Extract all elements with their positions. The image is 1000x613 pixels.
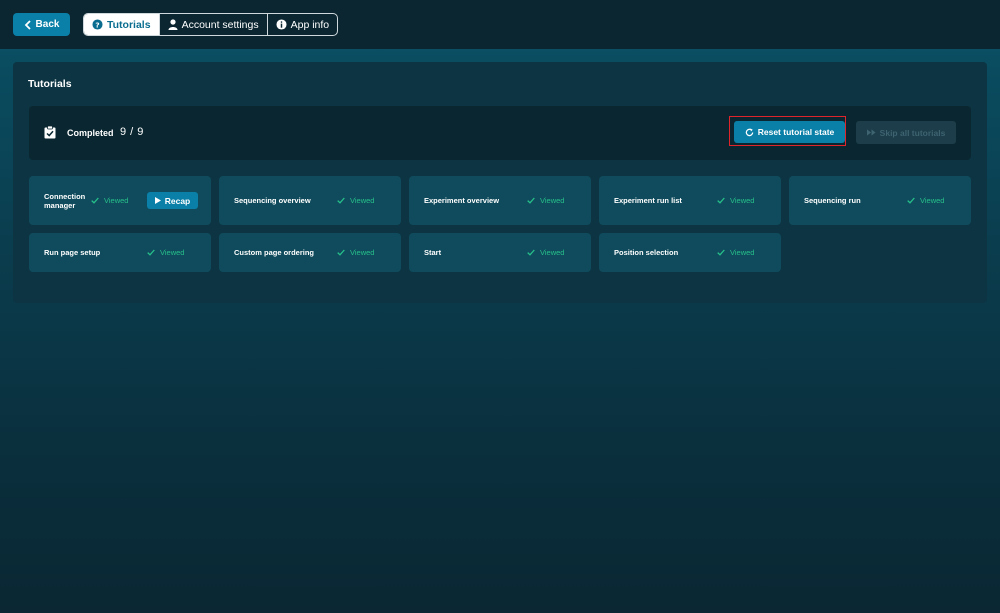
recap-label: Recap — [164, 195, 191, 206]
viewed-label: Viewed — [730, 248, 755, 257]
tutorial-title: Connection manager — [44, 192, 86, 210]
viewed-status: Viewed — [91, 196, 128, 205]
tutorial-card-experiment-overview[interactable]: Experiment overview Viewed — [409, 176, 591, 225]
question-circle-icon: ? — [92, 19, 103, 30]
reset-tutorial-state-button[interactable]: Reset tutorial state — [734, 121, 845, 143]
viewed-label: Viewed — [104, 196, 129, 205]
tutorial-title: Experiment run list — [614, 196, 682, 205]
completed-count: 9 / 9 — [120, 126, 144, 138]
viewed-label: Viewed — [160, 248, 185, 257]
tutorial-title: Start — [424, 248, 442, 257]
tutorial-card-custom-page-ordering[interactable]: Custom page ordering Viewed — [219, 233, 401, 272]
recap-button[interactable]: Recap — [147, 192, 198, 209]
completed-label: Completed — [67, 128, 114, 138]
viewed-status: Viewed — [147, 248, 184, 257]
tutorial-card-position-selection[interactable]: Position selection Viewed — [599, 233, 781, 272]
fast-forward-icon — [866, 129, 876, 136]
check-icon — [907, 197, 915, 204]
skip-label: Skip all tutorials — [879, 127, 946, 138]
user-icon — [168, 19, 178, 30]
tutorial-card-experiment-run-list[interactable]: Experiment run list Viewed — [599, 176, 781, 225]
viewed-label: Viewed — [540, 248, 565, 257]
back-button[interactable]: Back — [13, 13, 70, 36]
tab-account-settings[interactable]: Account settings — [160, 14, 268, 35]
viewed-status: Viewed — [717, 248, 754, 257]
viewed-status: Viewed — [527, 196, 564, 205]
tutorial-card-sequencing-run[interactable]: Sequencing run Viewed — [789, 176, 971, 225]
tutorial-title: Custom page ordering — [234, 248, 315, 257]
check-icon — [527, 197, 535, 204]
tutorial-card-sequencing-overview[interactable]: Sequencing overview Viewed — [219, 176, 401, 225]
viewed-label: Viewed — [730, 196, 755, 205]
tutorial-title: Position selection — [614, 248, 679, 257]
tab-tutorials-label: Tutorials — [107, 18, 151, 31]
check-icon — [337, 249, 345, 256]
check-icon — [717, 249, 725, 256]
tutorial-card-connection-manager[interactable]: Connection manager Viewed Recap — [29, 176, 211, 225]
check-icon — [91, 197, 99, 204]
skip-all-tutorials-button[interactable]: Skip all tutorials — [856, 121, 956, 144]
tab-account-settings-label: Account settings — [181, 18, 259, 31]
back-label: Back — [35, 19, 60, 30]
tutorial-title: Sequencing run — [804, 196, 861, 205]
svg-text:?: ? — [95, 20, 99, 29]
viewed-status: Viewed — [907, 196, 944, 205]
viewed-status: Viewed — [717, 196, 754, 205]
tab-app-info[interactable]: App info — [268, 14, 338, 35]
tutorial-card-run-page-setup[interactable]: Run page setup Viewed — [29, 233, 211, 272]
top-bar: Back ? Tutorials Account settings App in… — [0, 0, 1000, 49]
tutorials-panel: Tutorials Completed 9 / 9 Reset tutorial… — [13, 62, 987, 303]
tutorial-title: Run page setup — [44, 248, 101, 257]
reset-highlight: Reset tutorial state — [729, 116, 846, 146]
check-icon — [337, 197, 345, 204]
reset-label: Reset tutorial state — [757, 127, 835, 137]
viewed-label: Viewed — [350, 196, 375, 205]
check-icon — [717, 197, 725, 204]
viewed-label: Viewed — [920, 196, 945, 205]
info-circle-icon — [276, 19, 287, 30]
page-title: Tutorials — [28, 78, 72, 90]
tab-tutorials[interactable]: ? Tutorials — [84, 14, 160, 35]
refresh-icon — [745, 128, 754, 136]
viewed-label: Viewed — [540, 196, 565, 205]
play-icon — [154, 197, 161, 204]
viewed-label: Viewed — [350, 248, 375, 257]
tutorial-title: Experiment overview — [424, 196, 500, 205]
viewed-status: Viewed — [527, 248, 564, 257]
chevron-left-icon — [24, 19, 31, 30]
settings-tabs: ? Tutorials Account settings App info — [83, 13, 339, 36]
check-icon — [527, 249, 535, 256]
check-icon — [147, 249, 155, 256]
tab-app-info-label: App info — [290, 18, 330, 31]
tutorial-card-start[interactable]: Start Viewed — [409, 233, 591, 272]
completion-summary: Completed 9 / 9 Reset tutorial state Ski… — [29, 106, 971, 160]
viewed-status: Viewed — [337, 248, 374, 257]
clipboard-check-icon — [44, 126, 56, 139]
tutorial-title: Sequencing overview — [234, 196, 311, 205]
viewed-status: Viewed — [337, 196, 374, 205]
